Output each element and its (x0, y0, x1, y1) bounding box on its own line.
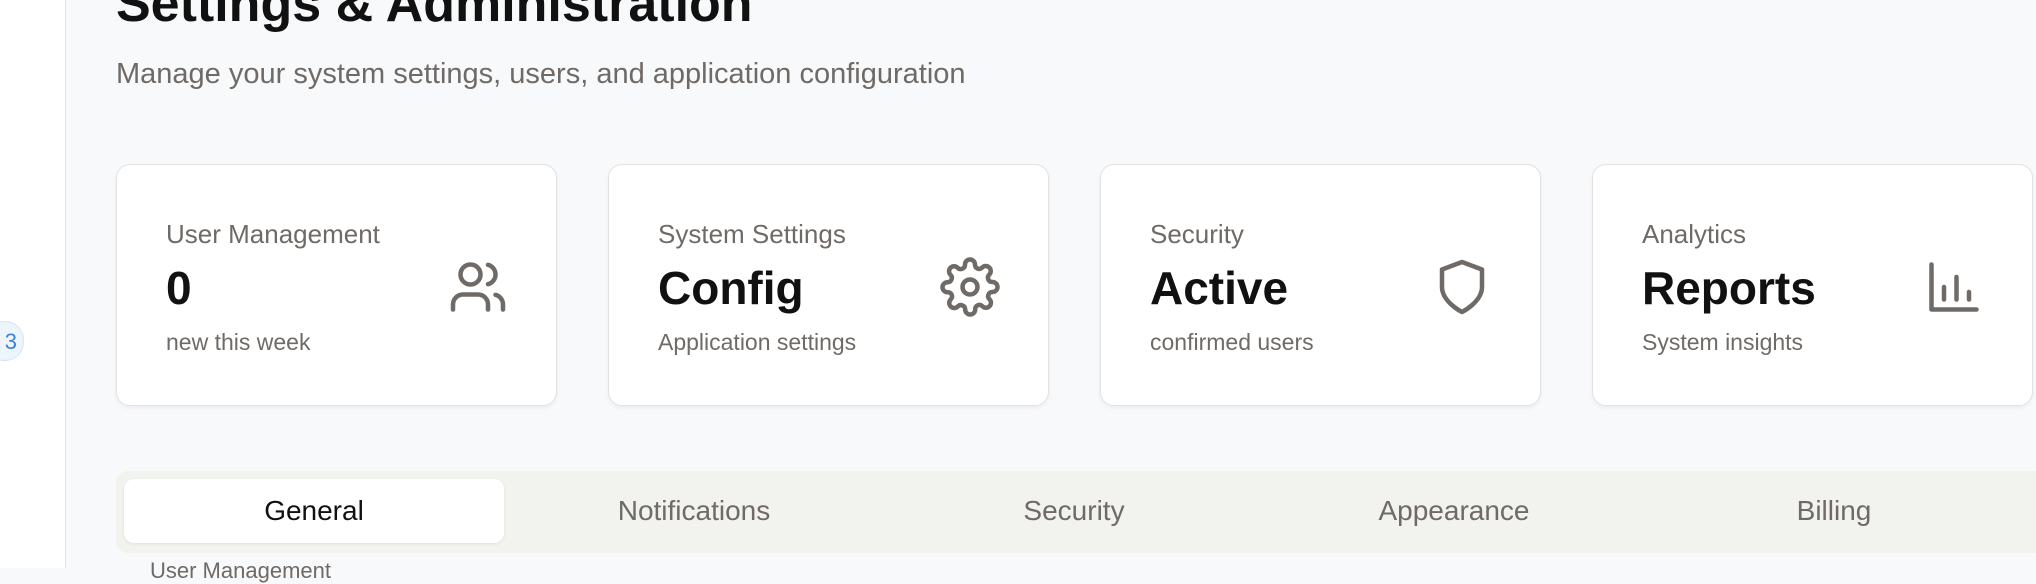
sidebar: 3 (0, 0, 66, 568)
page-subtitle: Manage your system settings, users, and … (116, 58, 966, 90)
card-description: confirmed users (1150, 329, 1314, 355)
settings-tabs: General Notifications Security Appearanc… (116, 471, 2036, 553)
card-value: Config (658, 262, 804, 314)
section-heading: User Management (150, 558, 331, 583)
card-value: Reports (1642, 262, 1816, 314)
page-title: Settings & Administration (116, 0, 753, 33)
tab-general[interactable]: General (124, 479, 504, 543)
stat-card-analytics[interactable]: Analytics Reports System insights (1592, 164, 2033, 406)
card-description: new this week (166, 329, 311, 355)
tab-security[interactable]: Security (884, 479, 1264, 543)
bar-chart-icon (1924, 257, 1984, 317)
stat-card-system-settings[interactable]: System Settings Config Application setti… (608, 164, 1049, 406)
card-label: System Settings (658, 219, 846, 249)
tab-appearance[interactable]: Appearance (1264, 479, 1644, 543)
stat-card-user-management[interactable]: User Management 0 new this week (116, 164, 557, 406)
tab-notifications[interactable]: Notifications (504, 479, 884, 543)
card-label: User Management (166, 219, 380, 249)
card-value: 0 (166, 262, 192, 314)
stat-card-security[interactable]: Security Active confirmed users (1100, 164, 1541, 406)
tab-billing[interactable]: Billing (1644, 479, 2024, 543)
gear-icon (940, 257, 1000, 317)
users-icon (448, 257, 508, 317)
shield-icon (1432, 257, 1492, 317)
card-description: System insights (1642, 329, 1804, 355)
card-label: Analytics (1642, 219, 1747, 249)
sidebar-count-badge[interactable]: 3 (0, 321, 24, 361)
card-value: Active (1150, 262, 1289, 314)
card-description: Application settings (658, 329, 857, 355)
card-label: Security (1150, 219, 1244, 249)
